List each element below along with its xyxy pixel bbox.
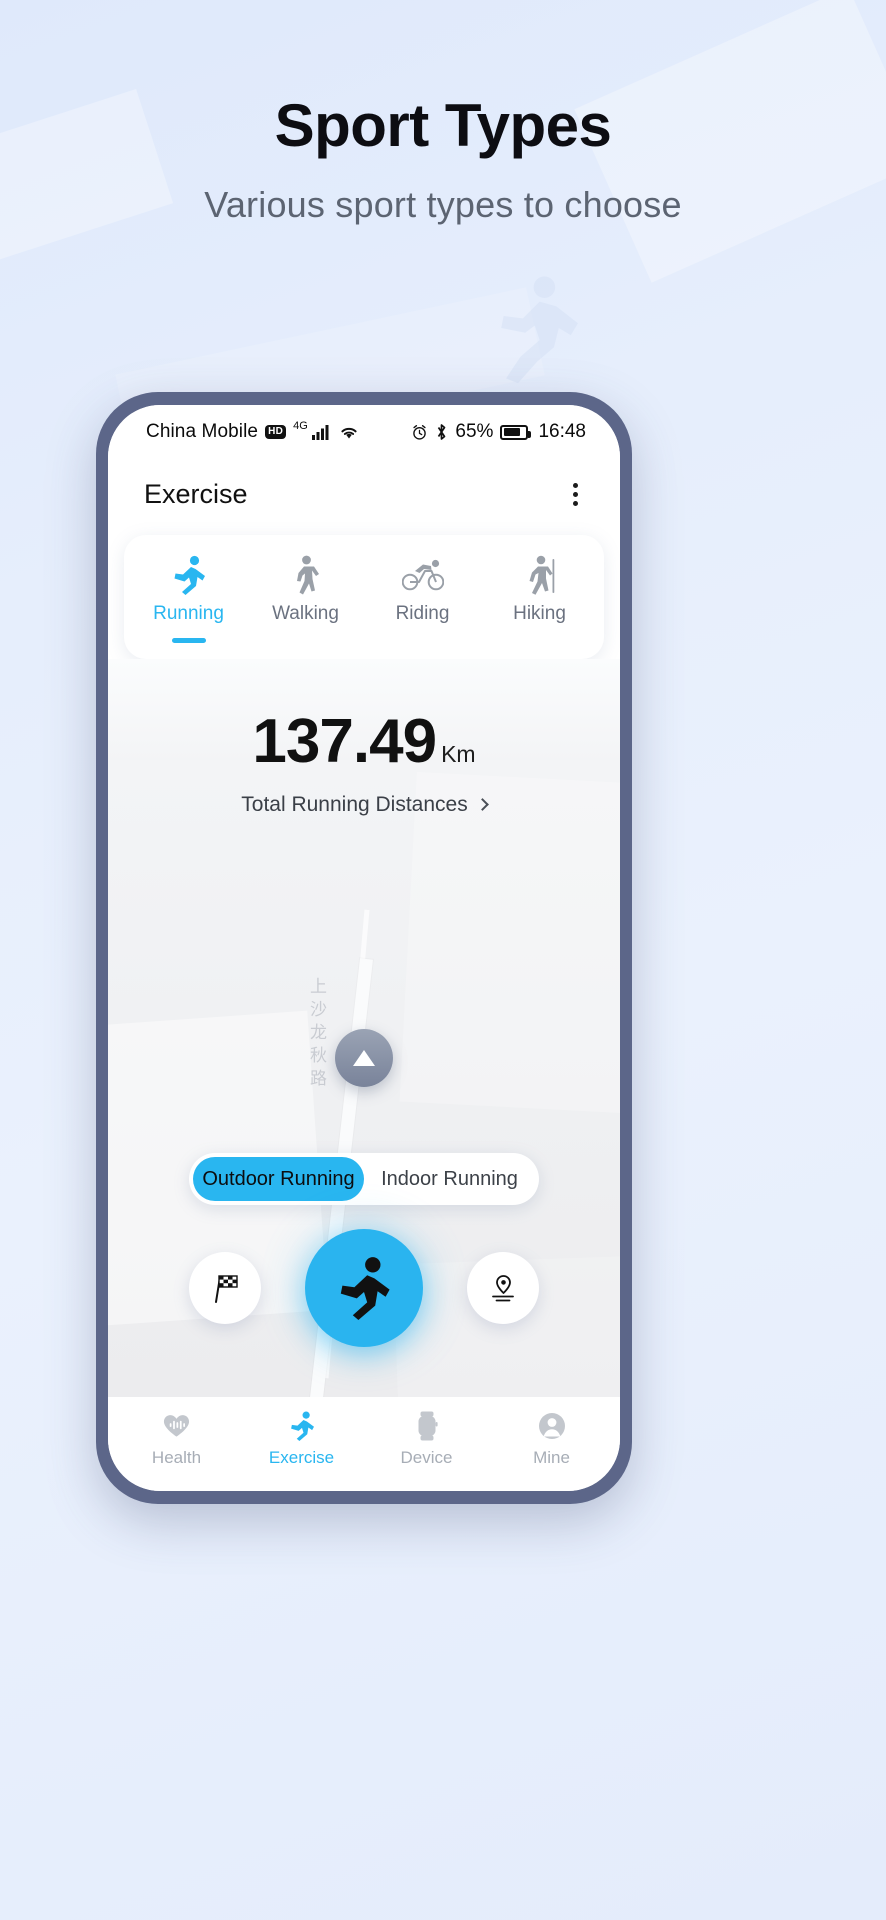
cycling-icon: [401, 551, 444, 595]
nav-label: Health: [151, 1447, 202, 1467]
nav-item-exercise[interactable]: Exercise: [239, 1411, 364, 1468]
watch-icon: [415, 1411, 439, 1441]
nav-item-mine[interactable]: Mine: [489, 1411, 614, 1468]
total-distance-unit: Km: [441, 741, 476, 767]
nav-label: Mine: [533, 1447, 570, 1467]
phone-mockup: China Mobile HD 4G 65% 16:48 Exercise Ru…: [96, 392, 632, 1504]
app-bar-title: Exercise: [144, 478, 248, 509]
running-icon: [340, 1257, 390, 1320]
carrier-label: China Mobile: [146, 421, 259, 442]
checkered-flag-icon: [215, 1275, 238, 1303]
page-header: Sport Types Various sport types to choos…: [0, 0, 886, 226]
nav-item-health[interactable]: Health: [114, 1411, 239, 1468]
distance-overlay: 137.49 Km Total Running Distances: [108, 711, 620, 817]
map-view[interactable]: 上沙龙秋路 137.49 Km Total Running Distances …: [108, 659, 620, 1397]
nav-label: Device: [400, 1447, 453, 1467]
walking-icon: [291, 551, 321, 595]
map-block: [399, 771, 620, 1117]
goal-button[interactable]: [189, 1252, 261, 1324]
network-label: 4G: [293, 420, 308, 432]
hiking-icon: [524, 551, 556, 595]
battery-icon: [500, 424, 532, 440]
kebab-menu-icon[interactable]: [567, 475, 584, 514]
sport-tab-hiking[interactable]: Hiking: [481, 551, 598, 649]
sport-tab-label: Riding: [395, 603, 450, 624]
map-street-label: 上沙龙秋路: [307, 977, 326, 1092]
page-title: Sport Types: [274, 92, 612, 159]
total-distance-value: 137.49: [252, 707, 437, 776]
app-bar: Exercise: [108, 459, 620, 529]
sport-tab-label: Running: [153, 603, 224, 624]
sport-tab-label: Walking: [272, 603, 339, 624]
outdoor-running-option[interactable]: Outdoor Running: [193, 1157, 364, 1201]
battery-percent-label: 65%: [455, 421, 494, 442]
sport-tab-running[interactable]: Running: [130, 551, 247, 649]
active-tab-indicator: [171, 638, 206, 643]
total-distance-link[interactable]: Total Running Distances: [108, 793, 620, 817]
bottom-navigation: Health Exercise Device Mine: [108, 1397, 620, 1491]
running-mode-toggle: Outdoor Running Indoor Running: [189, 1153, 539, 1205]
phone-screen: China Mobile HD 4G 65% 16:48 Exercise Ru…: [108, 405, 620, 1491]
sport-type-tabs: Running Walking Riding Hiking: [124, 535, 604, 659]
alarm-clock-icon: [413, 424, 427, 440]
sport-tab-label: Hiking: [513, 603, 566, 624]
sport-tab-walking[interactable]: Walking: [247, 551, 364, 649]
total-distance-label: Total Running Distances: [241, 793, 468, 816]
running-icon: [289, 1411, 315, 1441]
nav-label: Exercise: [268, 1447, 335, 1467]
bluetooth-icon: [438, 424, 446, 440]
running-icon: [172, 551, 206, 595]
page-subtitle: Various sport types to choose: [204, 184, 682, 225]
route-button[interactable]: [467, 1252, 539, 1324]
action-buttons: [108, 1229, 620, 1347]
signal-bars-icon: [311, 425, 329, 440]
profile-icon: [538, 1411, 566, 1441]
route-pin-icon: [492, 1275, 514, 1302]
chevron-right-icon: [475, 797, 489, 811]
clock-label: 16:48: [538, 421, 586, 442]
wifi-icon: [341, 427, 357, 439]
sport-tab-riding[interactable]: Riding: [364, 551, 481, 649]
status-bar: China Mobile HD 4G 65% 16:48: [108, 405, 620, 459]
locate-arrow-icon: [353, 1050, 375, 1066]
heart-pulse-icon: [162, 1411, 191, 1441]
nav-item-device[interactable]: Device: [364, 1411, 489, 1468]
locate-button[interactable]: [335, 1029, 393, 1087]
hd-badge: HD: [265, 425, 287, 439]
background-runner-icon: [501, 276, 578, 384]
indoor-running-option[interactable]: Indoor Running: [364, 1157, 535, 1201]
start-run-button[interactable]: [305, 1229, 423, 1347]
